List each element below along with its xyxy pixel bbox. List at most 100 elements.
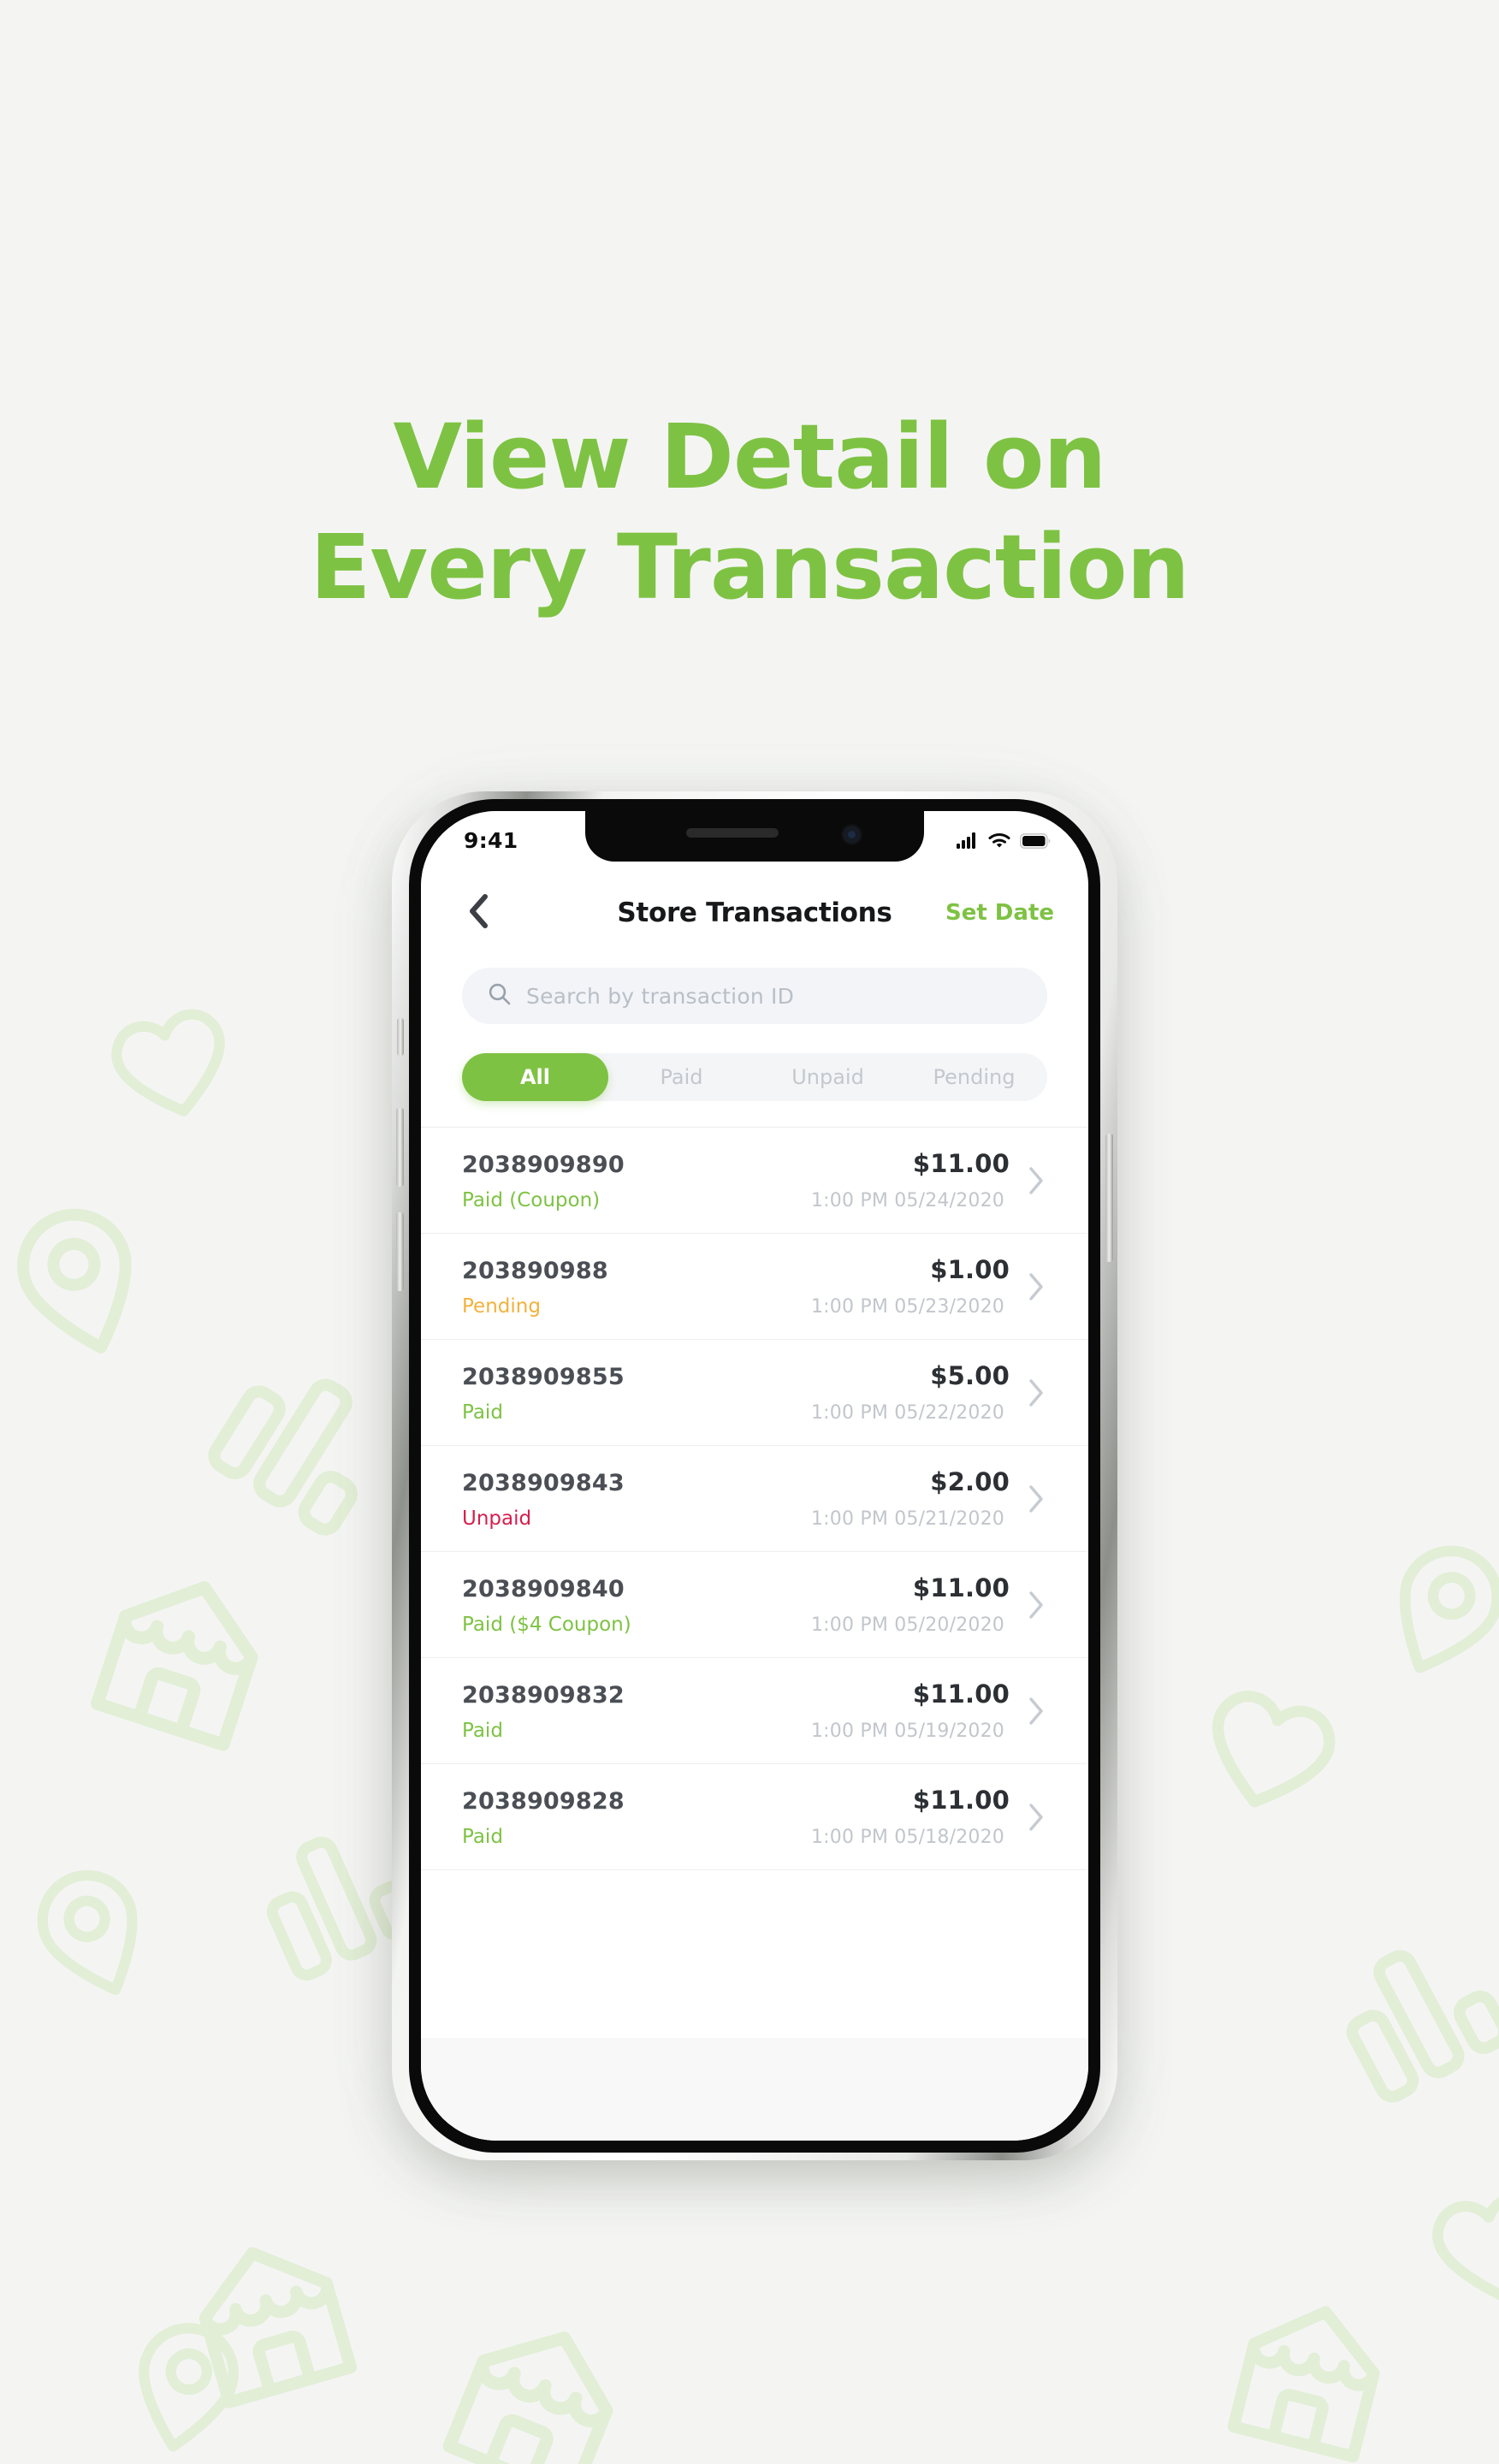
- transaction-amount: $5.00: [930, 1361, 1010, 1390]
- transaction-id: 2038909828: [462, 1788, 625, 1815]
- transaction-id: 203890988: [462, 1258, 608, 1284]
- transaction-bottom-line: Paid ($4 Coupon) 1:00 PM 05/20/2020: [462, 1614, 1010, 1636]
- chevron-left-icon: [467, 893, 489, 933]
- phone-notch: [585, 811, 924, 862]
- set-date-button[interactable]: Set Date: [945, 900, 1054, 926]
- location-pin-icon: [1344, 1507, 1499, 1710]
- transaction-status-badge: Paid (Coupon): [462, 1189, 601, 1211]
- transaction-top-line: 2038909890 $11.00: [462, 1149, 1010, 1178]
- chevron-right-icon[interactable]: [1022, 1484, 1051, 1513]
- transaction-top-line: 2038909832 $11.00: [462, 1679, 1010, 1709]
- transaction-top-line: 2038909843 $2.00: [462, 1467, 1010, 1496]
- transaction-bottom-line: Paid 1:00 PM 05/18/2020: [462, 1826, 1010, 1848]
- transaction-bottom-line: Paid 1:00 PM 05/22/2020: [462, 1401, 1010, 1424]
- transaction-row[interactable]: 2038909890 $11.00 Paid (Coupon) 1:00 PM 05/…: [421, 1128, 1088, 1234]
- transaction-status-badge: Paid ($4 Coupon): [462, 1614, 631, 1636]
- transaction-content: 2038909828 $11.00 Paid 1:00 PM 05/18/2020: [462, 1786, 1010, 1848]
- heart-icon: [1404, 2153, 1499, 2331]
- search-placeholder: Search by transaction ID: [526, 983, 795, 1009]
- transaction-timestamp: 1:00 PM 05/22/2020: [810, 1402, 1004, 1424]
- search-section: Search by transaction ID: [421, 964, 1088, 1024]
- transaction-row[interactable]: 2038909843 $2.00 Unpaid 1:00 PM 05/21/2020: [421, 1446, 1088, 1552]
- transaction-amount: $11.00: [912, 1149, 1010, 1178]
- transaction-row[interactable]: 2038909855 $5.00 Paid 1:00 PM 05/22/2020: [421, 1340, 1088, 1446]
- transaction-content: 2038909832 $11.00 Paid 1:00 PM 05/19/2020: [462, 1679, 1010, 1742]
- filter-tab-all[interactable]: All: [462, 1053, 608, 1101]
- transaction-top-line: 2038909828 $11.00: [462, 1786, 1010, 1815]
- navigation-bar: Store Transactions Set Date: [421, 862, 1088, 964]
- transaction-list[interactable]: 2038909890 $11.00 Paid (Coupon) 1:00 PM 05/…: [421, 1128, 1088, 2038]
- transaction-timestamp: 1:00 PM 05/18/2020: [810, 1827, 1004, 1848]
- page-title: View Detail on Every Transaction: [0, 402, 1499, 623]
- transaction-top-line: 2038909840 $11.00: [462, 1573, 1010, 1602]
- transaction-row[interactable]: 203890988 $1.00 Pending 1:00 PM 05/23/2020: [421, 1234, 1088, 1340]
- transaction-row[interactable]: 2038909832 $11.00 Paid 1:00 PM 05/19/2020: [421, 1658, 1088, 1764]
- transaction-amount: $2.00: [930, 1467, 1010, 1496]
- transaction-top-line: 2038909855 $5.00: [462, 1361, 1010, 1390]
- front-camera-icon: [841, 824, 862, 845]
- storefront-icon: [66, 1542, 298, 1774]
- app-screen: 9:41 Store Transactions Set Date Search …: [421, 811, 1088, 2141]
- transaction-id: 2038909840: [462, 1576, 625, 1602]
- transaction-bottom-line: Unpaid 1:00 PM 05/21/2020: [462, 1507, 1010, 1530]
- filter-tab-unpaid[interactable]: Unpaid: [755, 1053, 901, 1101]
- transaction-id: 2038909832: [462, 1682, 625, 1709]
- transaction-bottom-line: Paid 1:00 PM 05/19/2020: [462, 1720, 1010, 1742]
- transaction-status-badge: Paid: [462, 1720, 503, 1742]
- filter-tab-paid[interactable]: Paid: [608, 1053, 755, 1101]
- chevron-right-icon[interactable]: [1022, 1166, 1051, 1195]
- filter-tabs-section: All Paid Unpaid Pending: [421, 1024, 1088, 1101]
- bar-chart-icon: [1306, 1900, 1499, 2126]
- transaction-amount: $11.00: [912, 1679, 1010, 1709]
- search-input[interactable]: Search by transaction ID: [462, 968, 1047, 1024]
- transaction-content: 2038909890 $11.00 Paid (Coupon) 1:00 PM 05/…: [462, 1149, 1010, 1211]
- search-icon: [488, 982, 511, 1010]
- phone-mockup: 9:41 Store Transactions Set Date Search …: [382, 791, 1118, 2246]
- heart-icon: [1170, 1644, 1371, 1845]
- headline-line-2: Every Transaction: [310, 514, 1189, 619]
- chevron-right-icon[interactable]: [1022, 1803, 1051, 1832]
- transaction-status-badge: Paid: [462, 1826, 503, 1848]
- chevron-right-icon[interactable]: [1022, 1590, 1051, 1620]
- filter-tab-pending[interactable]: Pending: [901, 1053, 1047, 1101]
- transaction-timestamp: 1:00 PM 05/23/2020: [810, 1296, 1004, 1318]
- back-button[interactable]: [455, 890, 501, 936]
- transaction-row[interactable]: 2038909840 $11.00 Paid ($4 Coupon) 1:00 PM …: [421, 1552, 1088, 1658]
- transaction-id: 2038909890: [462, 1152, 625, 1178]
- transaction-timestamp: 1:00 PM 05/19/2020: [810, 1721, 1004, 1742]
- transaction-timestamp: 1:00 PM 05/24/2020: [810, 1190, 1004, 1211]
- transaction-status-badge: Unpaid: [462, 1507, 532, 1530]
- status-bar-time: 9:41: [464, 828, 518, 853]
- filter-tabs: All Paid Unpaid Pending: [462, 1053, 1047, 1101]
- battery-icon: [1020, 832, 1051, 849]
- volume-down-button[interactable]: [396, 1212, 404, 1291]
- earpiece-speaker: [686, 828, 779, 838]
- transaction-bottom-line: Pending 1:00 PM 05/23/2020: [462, 1295, 1010, 1318]
- phone-screen: 9:41 Store Transactions Set Date Search …: [421, 811, 1088, 2141]
- filter-tab-label: Paid: [660, 1065, 703, 1089]
- transaction-amount: $11.00: [912, 1786, 1010, 1815]
- location-pin-icon: [0, 1171, 187, 1387]
- storefront-icon: [418, 2287, 657, 2464]
- filter-tab-label: Unpaid: [791, 1065, 864, 1089]
- chevron-right-icon[interactable]: [1022, 1272, 1051, 1301]
- chevron-right-icon[interactable]: [1022, 1697, 1051, 1726]
- transaction-row[interactable]: 2038909828 $11.00 Paid 1:00 PM 05/18/2020: [421, 1764, 1088, 1870]
- list-footer-space: [421, 2038, 1088, 2141]
- volume-up-button[interactable]: [396, 1108, 404, 1187]
- mute-switch[interactable]: [397, 1018, 404, 1056]
- transaction-timestamp: 1:00 PM 05/21/2020: [810, 1508, 1004, 1530]
- chevron-right-icon[interactable]: [1022, 1378, 1051, 1407]
- transaction-content: 2038909855 $5.00 Paid 1:00 PM 05/22/2020: [462, 1361, 1010, 1424]
- filter-tab-label: Pending: [933, 1065, 1016, 1089]
- transaction-id: 2038909843: [462, 1470, 625, 1496]
- heart-icon: [80, 968, 261, 1149]
- storefront-icon: [163, 2212, 381, 2430]
- transaction-status-badge: Paid: [462, 1401, 503, 1424]
- power-button[interactable]: [1105, 1134, 1113, 1262]
- transaction-top-line: 203890988 $1.00: [462, 1255, 1010, 1284]
- transaction-bottom-line: Paid (Coupon) 1:00 PM 05/24/2020: [462, 1189, 1010, 1211]
- wifi-icon: [988, 832, 1010, 849]
- filter-tab-label: All: [519, 1065, 551, 1089]
- transaction-id: 2038909855: [462, 1364, 625, 1390]
